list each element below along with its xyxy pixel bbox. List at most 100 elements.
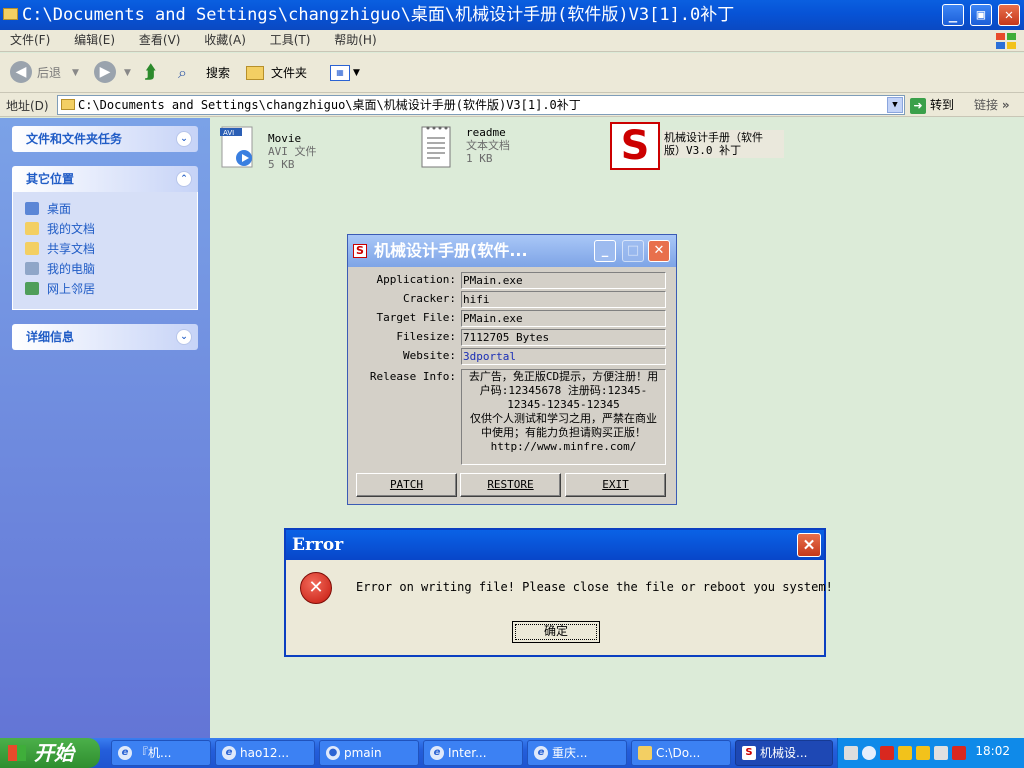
menu-favorites[interactable]: 收藏(A) (204, 33, 246, 47)
place-my-documents[interactable]: 我的文档 (25, 220, 95, 238)
field-label: Target File: (376, 311, 456, 324)
clock[interactable]: 18:02 (975, 744, 1010, 758)
folders-button[interactable]: 文件夹 (271, 61, 307, 85)
close-button[interactable]: ✕ (648, 240, 670, 262)
back-arrow-icon[interactable]: ◀ (10, 61, 32, 83)
qq-icon[interactable] (916, 746, 930, 760)
panel-title: 详细信息 (26, 330, 75, 344)
menu-file[interactable]: 文件(F) (10, 33, 50, 47)
panel-title: 其它位置 (26, 172, 75, 186)
tray-expand-icon[interactable] (862, 746, 876, 760)
file-name-line2: 版）V3.0 补丁 (664, 144, 742, 157)
start-label: 开始 (34, 741, 74, 765)
target-file-value: PMain.exe (461, 310, 666, 327)
folder-icon (3, 8, 18, 20)
up-folder-icon[interactable]: ⮭ (145, 61, 165, 85)
windows-logo-icon (996, 33, 1016, 49)
minimize-button[interactable]: _ (942, 4, 964, 26)
taskbar-item[interactable]: e Inter... (423, 740, 523, 766)
app-tray-icon[interactable] (880, 746, 894, 760)
place-my-computer[interactable]: 我的电脑 (25, 260, 95, 278)
file-folder-tasks-header[interactable]: 文件和文件夹任务 ⌄ (12, 126, 198, 152)
ok-button[interactable]: 确定 (512, 621, 600, 643)
shared-documents-icon (25, 242, 39, 255)
place-desktop[interactable]: 桌面 (25, 200, 71, 218)
restore-button[interactable]: RESTORE (460, 473, 561, 497)
error-dialog-title-bar[interactable]: Error ✕ (286, 530, 824, 560)
place-label: 我的文档 (47, 222, 96, 236)
forward-arrow-icon[interactable]: ▶ (94, 61, 116, 83)
back-button[interactable]: 后退 (37, 61, 61, 85)
svg-text:AVI: AVI (223, 129, 234, 137)
address-value: C:\Documents and Settings\changzhiguo\桌面… (78, 98, 581, 112)
address-dropdown-icon[interactable]: ▼ (887, 97, 903, 113)
ie-icon: e (534, 746, 548, 760)
my-documents-icon (25, 222, 39, 235)
window-title-bar[interactable]: C:\Documents and Settings\changzhiguo\桌面… (0, 0, 1024, 30)
menu-tools[interactable]: 工具(T) (270, 33, 311, 47)
go-button[interactable]: ➜ 转到 (910, 96, 954, 114)
cracker-value: hifi (461, 291, 666, 308)
close-button[interactable]: ✕ (998, 4, 1020, 26)
network-status-icon[interactable] (934, 746, 948, 760)
patch-dialog-title-bar[interactable]: S 机械设计手册(软件... _ □ ✕ (348, 235, 676, 267)
network-icon (25, 282, 39, 295)
forward-dropdown-icon[interactable]: ▼ (124, 61, 131, 85)
taskbar-item[interactable]: e 重庆... (527, 740, 627, 766)
keyboard-icon[interactable] (844, 746, 858, 760)
place-label: 网上邻居 (47, 282, 96, 296)
file-type: 文本文档 (466, 139, 510, 152)
ie-icon: e (118, 746, 132, 760)
qq-icon[interactable] (898, 746, 912, 760)
chevron-down-icon[interactable]: ⌄ (176, 329, 192, 345)
search-icon: ⌕ (178, 63, 187, 82)
antivirus-icon[interactable] (952, 746, 966, 760)
other-places-header[interactable]: 其它位置 ⌃ (12, 166, 198, 192)
menu-help[interactable]: 帮助(H) (334, 33, 376, 47)
links-button[interactable]: 链接 » (974, 96, 1010, 114)
menu-edit[interactable]: 编辑(E) (74, 33, 115, 47)
app-s-icon: S (742, 746, 756, 760)
start-button[interactable]: 开始 (0, 738, 100, 768)
website-link[interactable]: 3dportal (461, 348, 666, 365)
patch-button[interactable]: PATCH (356, 473, 457, 497)
system-tray: 18:02 (837, 738, 1024, 768)
avi-file-icon: AVI (220, 126, 253, 168)
release-info-textarea[interactable]: 去广告，免正版CD提示，方便注册！用户码:12345678 注册码:12345-… (461, 369, 666, 465)
patch-app-icon: S (610, 122, 660, 170)
chevron-down-icon[interactable]: ⌄ (176, 131, 192, 147)
error-dialog-title: Error (292, 535, 344, 555)
views-dropdown-icon[interactable]: ▼ (353, 61, 360, 85)
taskbar-item[interactable]: C:\Do... (631, 740, 731, 766)
place-network[interactable]: 网上邻居 (25, 280, 95, 298)
address-input[interactable]: C:\Documents and Settings\changzhiguo\桌面… (57, 95, 905, 115)
taskbar-item[interactable]: e 『机... (111, 740, 211, 766)
views-icon[interactable]: ▦ (330, 65, 350, 81)
chevron-up-icon[interactable]: ⌃ (176, 171, 192, 187)
taskbar-item[interactable]: e hao12... (215, 740, 315, 766)
file-name: readme (466, 126, 506, 139)
menu-view[interactable]: 查看(V) (139, 33, 181, 47)
place-label: 我的电脑 (47, 262, 96, 276)
maximize-button[interactable]: ▣ (970, 4, 992, 26)
task-pane: 文件和文件夹任务 ⌄ 其它位置 ⌃ 桌面 我的文档 共享文档 我的电脑 网上邻居… (0, 118, 210, 738)
place-shared-documents[interactable]: 共享文档 (25, 240, 95, 258)
go-arrow-icon: ➜ (910, 97, 926, 114)
exit-button[interactable]: EXIT (565, 473, 666, 497)
minimize-button[interactable]: _ (594, 240, 616, 262)
go-label: 转到 (930, 98, 955, 112)
task-label: Inter... (448, 746, 487, 760)
taskbar-item-active[interactable]: S 机械设... (735, 740, 833, 766)
address-bar: 地址(D) C:\Documents and Settings\changzhi… (0, 93, 1024, 117)
panel-title: 文件和文件夹任务 (26, 132, 123, 146)
taskbar-item[interactable]: ● pmain (319, 740, 419, 766)
my-computer-icon (25, 262, 39, 275)
search-button[interactable]: 搜索 (206, 61, 230, 85)
place-label: 共享文档 (47, 242, 96, 256)
patch-dialog: S 机械设计手册(软件... _ □ ✕ Application: PMain.… (347, 234, 677, 505)
details-header[interactable]: 详细信息 ⌄ (12, 324, 198, 350)
file-name-line1: 机械设计手册（软件 (664, 131, 763, 144)
close-button[interactable]: ✕ (797, 533, 821, 557)
back-dropdown-icon[interactable]: ▼ (72, 61, 79, 85)
field-label: Application: (376, 273, 456, 286)
